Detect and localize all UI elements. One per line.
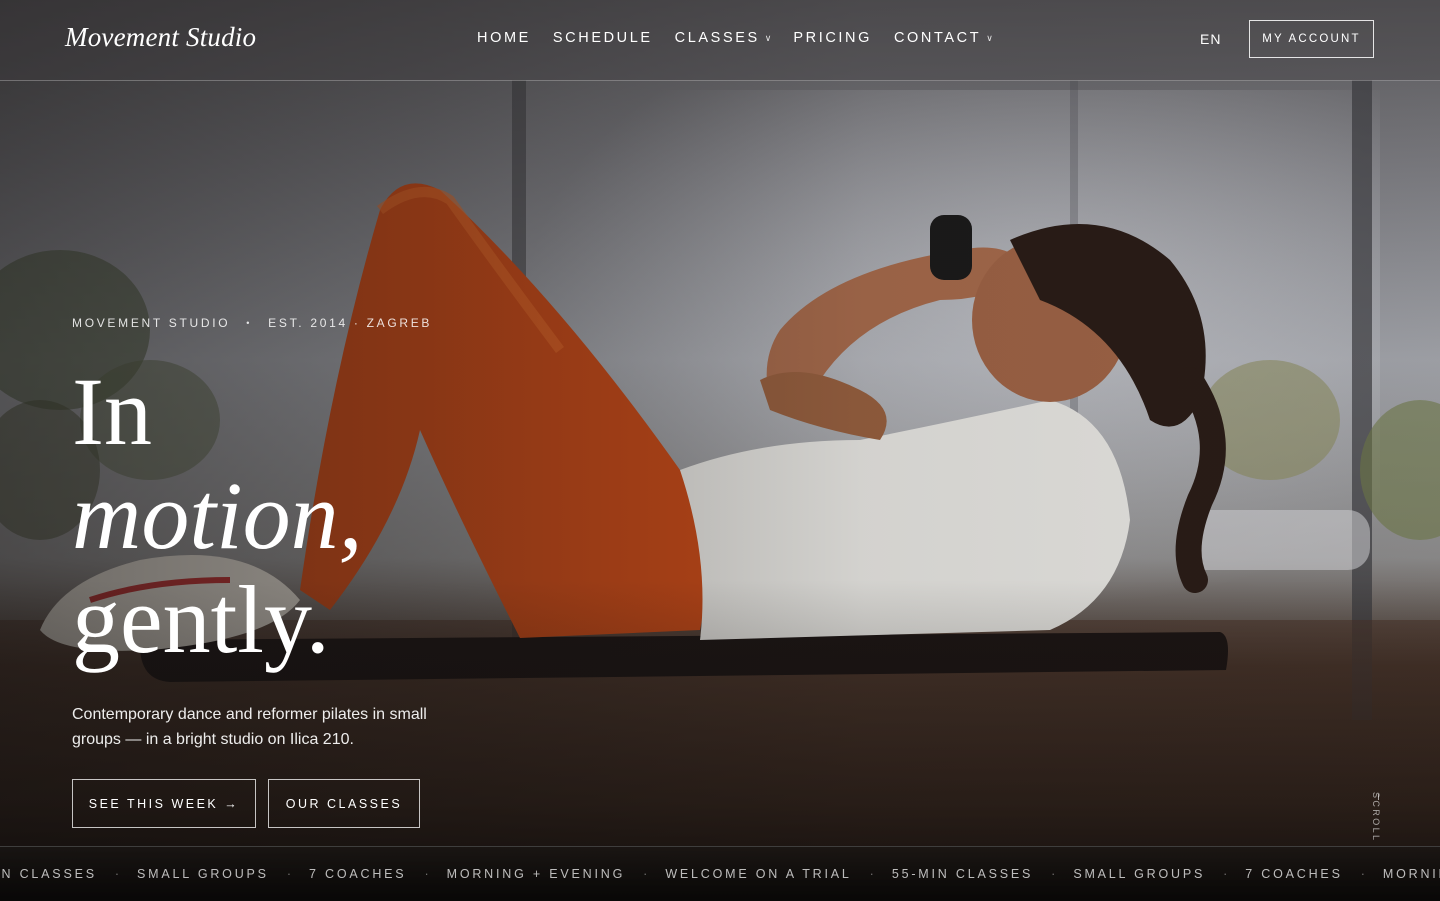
hero-headline: In motion, gently. [72,360,363,672]
marquee-track: MIN CLASSES · SMALL GROUPS · 7 COACHES ·… [0,867,1440,881]
nav-item-label: SCHEDULE [552,30,653,46]
nav-item-classes[interactable]: CLASSES ∨ [675,30,772,46]
our-classes-button[interactable]: OUR CLASSES [268,779,420,828]
marquee-separator: · [1051,867,1056,881]
eyebrow-studio-name: MOVEMENT STUDIO [72,316,231,330]
headline-line-3: gently. [72,566,330,673]
marquee-item: SMALL GROUPS [1073,867,1206,881]
headline-line-2: motion, [72,462,363,569]
hero-description: Contemporary dance and reformer pilates … [72,706,427,748]
scroll-indicator[interactable]: SCROLL [1371,792,1381,842]
marquee-item: MORNING [1382,867,1440,881]
hero-eyebrow: MOVEMENT STUDIO • EST. 2014 · ZAGREB [72,316,432,330]
marquee-separator: · [114,867,120,881]
features-marquee: MIN CLASSES · SMALL GROUPS · 7 COACHES ·… [0,846,1440,901]
main-nav: HOME SCHEDULE CLASSES ∨ PRICING CONTACT … [477,30,1015,46]
headline-line-1: In [72,358,152,465]
marquee-item: MORNING + EVENING [446,867,626,881]
site-header: Movement Studio HOME SCHEDULE CLASSES ∨ … [0,0,1440,81]
see-this-week-button[interactable]: SEE THIS WEEK → [72,779,256,828]
marquee-separator: · [869,867,874,881]
nav-item-label: HOME [477,30,531,46]
marquee-item: MIN CLASSES [0,867,97,881]
marquee-item: WELCOME ON A TRIAL [665,867,852,881]
nav-item-label: PRICING [793,30,872,46]
chevron-down-icon: ∨ [986,32,993,43]
marquee-item: 55-MIN CLASSES [891,867,1034,881]
marquee-separator: · [424,867,429,881]
marquee-item: SMALL GROUPS [137,867,269,881]
eyebrow-established: EST. 2014 · ZAGREB [268,316,433,330]
nav-item-pricing[interactable]: PRICING [793,30,872,46]
marquee-item: 7 COACHES [308,867,407,881]
eyebrow-separator: • [246,318,253,328]
marquee-separator: · [1223,867,1228,881]
nav-item-label: CLASSES [674,30,760,46]
nav-item-contact[interactable]: CONTACT ∨ [894,30,993,46]
nav-item-schedule[interactable]: SCHEDULE [553,30,653,46]
marquee-item: 7 COACHES [1245,867,1343,881]
language-switcher[interactable]: EN [1200,31,1221,47]
marquee-separator: · [1360,867,1365,881]
marquee-separator: · [286,867,291,881]
nav-item-label: CONTACT [893,30,982,46]
site-logo[interactable]: Movement Studio [65,22,256,53]
chevron-down-icon: ∨ [764,32,772,43]
nav-item-home[interactable]: HOME [477,30,531,46]
my-account-button[interactable]: MY ACCOUNT [1249,20,1374,58]
marquee-separator: · [643,867,648,881]
